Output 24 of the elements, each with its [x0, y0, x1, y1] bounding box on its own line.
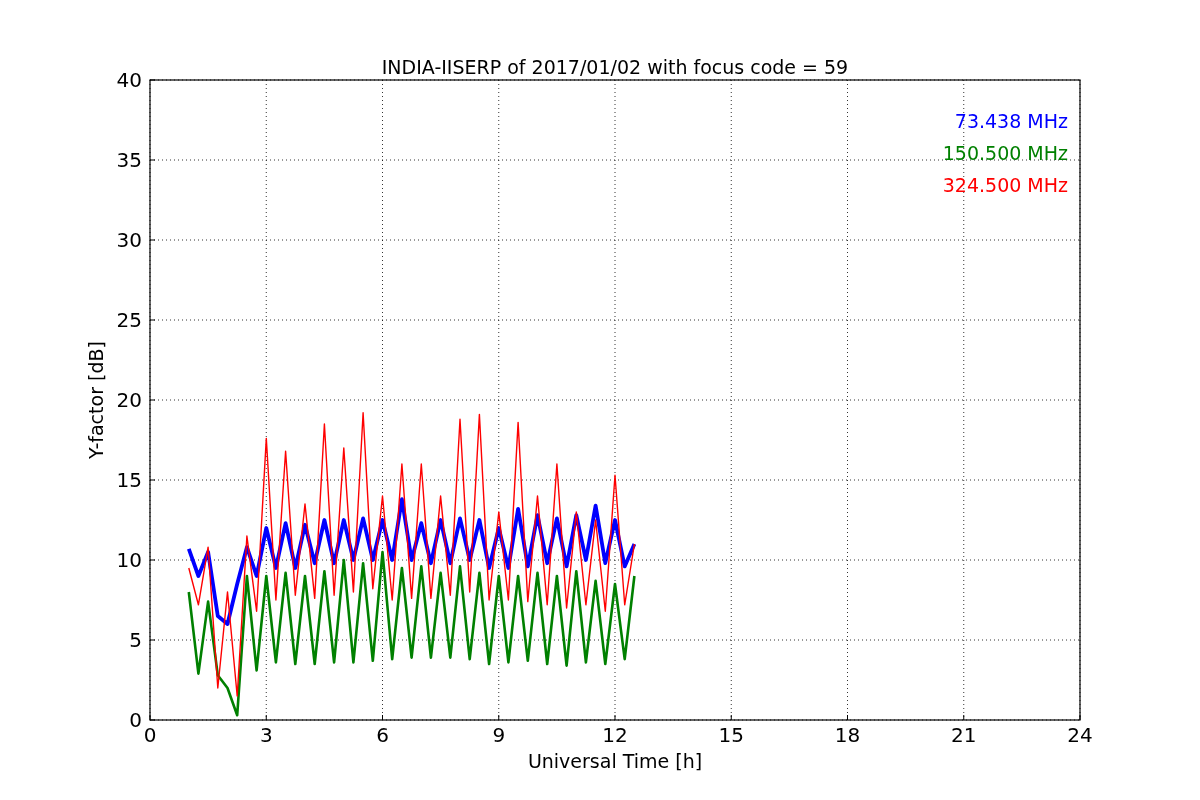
y-tick-label: 15 [116, 468, 142, 492]
chart-title: INDIA-IISERP of 2017/01/02 with focus code = 59 [381, 56, 849, 78]
y-tick-label: 10 [116, 548, 142, 572]
x-tick-label: 18 [834, 723, 861, 747]
x-tick-label: 21 [951, 723, 977, 747]
x-tick-label: 15 [718, 723, 744, 747]
y-tick-label: 25 [116, 308, 142, 332]
x-tick-label: 12 [602, 723, 628, 747]
x-tick-label: 9 [492, 723, 506, 747]
x-tick-label: 0 [143, 723, 157, 747]
y-tick-label: 5 [129, 628, 142, 652]
y-tick-label: 20 [116, 388, 142, 412]
x-tick-label: 24 [1067, 723, 1093, 747]
x-tick-label: 3 [259, 723, 273, 747]
y-tick-label: 40 [116, 68, 142, 92]
y-tick-label: 30 [116, 228, 142, 252]
legend-label: 150.500 MHz [942, 142, 1068, 164]
y-tick-label: 35 [116, 148, 142, 172]
y-tick-label: 0 [129, 708, 142, 732]
legend-label: 324.500 MHz [942, 174, 1068, 196]
legend-label: 73.438 MHz [954, 110, 1068, 132]
y-axis-label: Y-factor [dB] [85, 341, 107, 459]
x-axis-label: Universal Time [h] [527, 750, 703, 772]
x-tick-label: 6 [376, 723, 389, 747]
